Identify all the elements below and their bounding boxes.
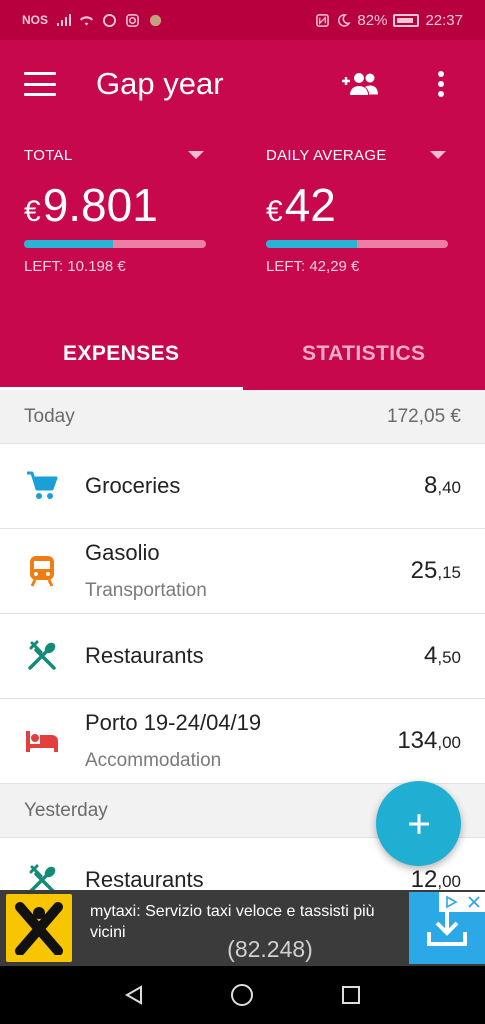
expense-category: Transportation	[85, 580, 207, 601]
clock: 22:37	[425, 11, 463, 29]
list-item[interactable]: Restaurants 4,50	[0, 614, 485, 699]
tab-expenses[interactable]: EXPENSES	[0, 318, 243, 390]
back-icon[interactable]	[123, 984, 145, 1006]
tab-bar: EXPENSES STATISTICS	[0, 318, 485, 390]
add-expense-button[interactable]	[376, 781, 461, 866]
expense-name: Porto 19-24/04/19	[85, 710, 262, 735]
battery-percent: 82%	[357, 11, 388, 29]
signal-icon	[57, 13, 72, 26]
total-value: 9.801	[42, 179, 158, 231]
expense-amount: 25,15	[410, 557, 461, 584]
expense-name: Groceries	[85, 473, 181, 498]
menu-icon[interactable]	[24, 72, 56, 96]
wifi-icon	[79, 15, 94, 26]
total-summary: TOTAL € 9.801 LEFT: 10.198 €	[24, 142, 206, 275]
app-notification-icon	[103, 13, 117, 27]
daily-progress-bar	[266, 240, 448, 248]
chevron-down-icon[interactable]	[430, 151, 446, 159]
system-nav-bar	[0, 966, 485, 1024]
plus-icon	[408, 813, 429, 834]
page-title: Gap year	[96, 66, 224, 101]
train-icon	[24, 553, 60, 589]
expense-amount: 8,40	[424, 472, 461, 499]
expense-name: Gasolio	[85, 540, 160, 565]
home-icon[interactable]	[230, 983, 254, 1007]
bed-icon	[24, 723, 60, 759]
total-label: TOTAL	[24, 146, 73, 164]
total-currency: €	[24, 195, 41, 228]
carrier-label: NOS	[22, 13, 49, 27]
daily-average-summary: DAILY AVERAGE € 42 LEFT: 42,29 €	[266, 142, 448, 275]
tab-statistics[interactable]: STATISTICS	[243, 318, 485, 390]
day-header: Today 172,05 €	[0, 390, 485, 444]
more-vert-icon[interactable]	[421, 64, 461, 104]
ad-info-icon[interactable]	[444, 895, 458, 909]
chevron-down-icon[interactable]	[188, 151, 204, 159]
expense-amount: 4,50	[424, 642, 461, 669]
day-total: 172,05 €	[387, 405, 461, 427]
add-person-icon[interactable]	[341, 64, 381, 104]
day-label: Yesterday	[24, 799, 108, 821]
recents-icon[interactable]	[340, 984, 362, 1006]
do-not-disturb-icon	[338, 13, 352, 27]
expense-amount: 134,00	[397, 727, 461, 754]
cart-icon	[24, 468, 60, 504]
daily-currency: €	[266, 195, 283, 228]
nfc-icon	[316, 13, 330, 27]
instagram-icon	[126, 13, 139, 27]
daily-value: 42	[284, 179, 336, 231]
toolbar: Gap year	[0, 40, 485, 128]
expense-category: Accommodation	[85, 750, 222, 771]
total-left: LEFT: 10.198 €	[24, 258, 126, 275]
cutlery-icon	[24, 638, 60, 674]
ad-rating-count: (82.248)	[227, 936, 313, 962]
close-icon[interactable]	[467, 895, 481, 909]
list-item[interactable]: Porto 19-24/04/19 Accommodation 134,00	[0, 699, 485, 784]
app-avatar-icon	[149, 14, 162, 26]
list-item[interactable]: Gasolio Transportation 25,15	[0, 529, 485, 614]
expense-name: Restaurants	[85, 643, 204, 668]
ad-banner[interactable]: mytaxi: Servizio taxi veloce e tassisti …	[0, 890, 485, 966]
status-bar: NOS 82% 22:37	[0, 0, 485, 40]
daily-left: LEFT: 42,29 €	[266, 258, 360, 275]
mytaxi-logo	[6, 894, 72, 962]
battery-icon	[393, 13, 420, 27]
daily-average-label: DAILY AVERAGE	[266, 146, 387, 164]
total-progress-bar	[24, 240, 206, 248]
day-label: Today	[24, 405, 75, 427]
ad-choices[interactable]	[439, 892, 485, 912]
app-bar: Gap year TOTAL € 9.801 LEFT: 10.198 € DA…	[0, 40, 485, 390]
list-item[interactable]: Groceries 8,40	[0, 444, 485, 529]
